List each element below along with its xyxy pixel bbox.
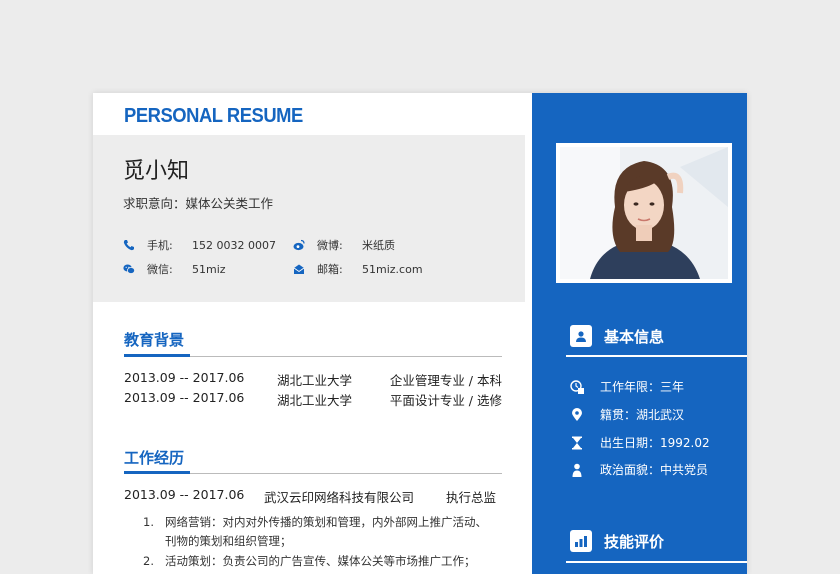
contact-value: 152 0032 0007 bbox=[192, 238, 276, 252]
wechat-icon bbox=[123, 264, 135, 274]
info-item: 籍贯：湖北武汉 bbox=[570, 406, 684, 423]
hourglass-icon bbox=[572, 436, 582, 449]
contact-weibo: 微博: 米纸质 bbox=[293, 237, 395, 253]
weibo-icon bbox=[293, 239, 305, 251]
bar-chart-icon bbox=[570, 530, 592, 552]
contact-value: 51miz.com bbox=[362, 262, 423, 276]
contact-wechat: 微信: 51miz bbox=[123, 261, 226, 277]
person-name: 觅小知 bbox=[123, 159, 190, 184]
info-item: 工作年限：三年 bbox=[570, 378, 684, 395]
contact-email: 邮箱: 51miz.com bbox=[293, 261, 423, 277]
profile-photo bbox=[556, 143, 732, 283]
info-item: 政治面貌：中共党员 bbox=[570, 461, 708, 478]
work-title: 工作经历 bbox=[124, 449, 185, 467]
section-divider bbox=[566, 355, 747, 357]
contact-phone: 手机: 152 0032 0007 bbox=[123, 237, 276, 253]
brand-title: PERSONAL RESUME bbox=[124, 105, 303, 127]
location-pin-icon bbox=[572, 407, 582, 421]
resume-page: PERSONAL RESUME 觅小知 求职意向：媒体公关类工作 手机: 152… bbox=[93, 93, 747, 574]
work-row: 2013.09 -- 2017.06 武汉云印网络科技有限公司 执行总监 bbox=[124, 487, 496, 505]
job-intent: 求职意向：媒体公关类工作 bbox=[123, 196, 274, 211]
skills-title: 技能评价 bbox=[570, 530, 664, 552]
basic-info-title: 基本信息 bbox=[570, 325, 664, 347]
profile-header: 觅小知 求职意向：媒体公关类工作 手机: 152 0032 0007 微博: 米… bbox=[93, 135, 525, 302]
mail-icon bbox=[293, 264, 305, 274]
info-item: 出生日期：1992.02 bbox=[570, 434, 710, 451]
contact-value: 51miz bbox=[192, 262, 226, 276]
education-row: 2013.09 -- 2017.06 湖北工业大学 企业管理专业 / 本科 bbox=[124, 370, 502, 388]
left-column: PERSONAL RESUME 觅小知 求职意向：媒体公关类工作 手机: 152… bbox=[93, 93, 532, 574]
contact-value: 米纸质 bbox=[362, 239, 395, 252]
section-accent-bar bbox=[124, 471, 190, 474]
education-title: 教育背景 bbox=[124, 331, 185, 349]
portrait-image bbox=[560, 147, 728, 279]
education-row: 2013.09 -- 2017.06 湖北工业大学 平面设计专业 / 选修 bbox=[124, 390, 502, 408]
person-icon bbox=[572, 463, 582, 477]
section-divider bbox=[566, 561, 747, 563]
id-card-icon bbox=[570, 325, 592, 347]
work-years-icon bbox=[570, 379, 584, 394]
phone-icon bbox=[123, 240, 134, 251]
right-column: 基本信息 工作年限：三年 籍贯：湖北武汉 出生日期：1992.02 政治面貌：中… bbox=[532, 93, 747, 574]
section-accent-bar bbox=[124, 354, 190, 357]
